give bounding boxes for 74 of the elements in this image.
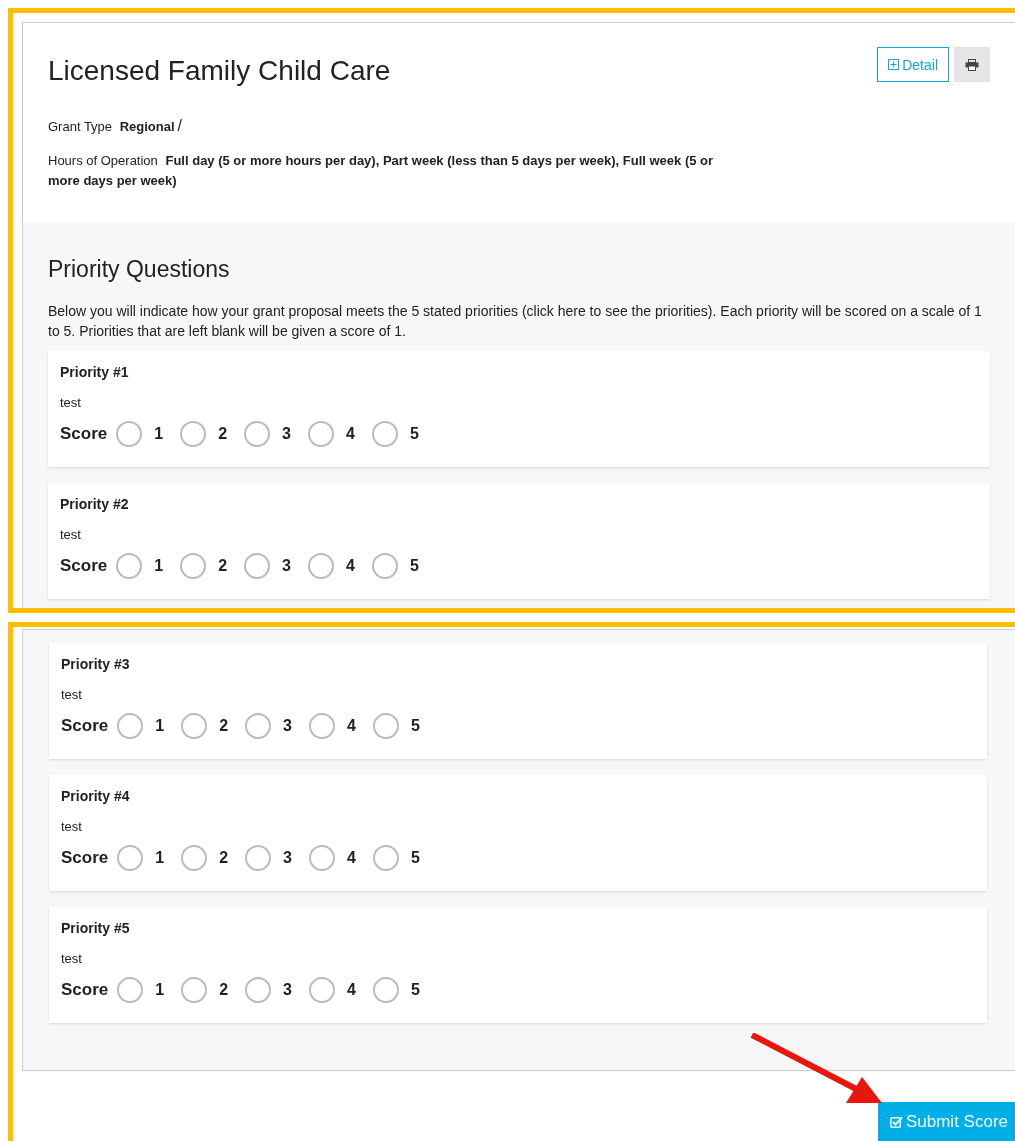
score-label: Score	[61, 848, 109, 868]
priority-text: test	[60, 527, 81, 543]
priority-text: test	[61, 951, 82, 967]
radio-label[interactable]: 3	[283, 717, 292, 735]
field-text: Grant Type Regional /	[48, 116, 184, 136]
radio-button[interactable]	[371, 421, 398, 447]
priority-title: Priority #1	[60, 364, 129, 382]
radio-label[interactable]: 4	[346, 849, 356, 867]
radio-label[interactable]: 4	[345, 557, 355, 575]
radio-button[interactable]	[181, 845, 208, 871]
radio-label[interactable]: 1	[155, 981, 165, 999]
score-label: Score	[61, 716, 109, 736]
priority-title: Priority #4	[61, 788, 130, 806]
radio-button[interactable]	[116, 421, 143, 447]
field-text: Hours of Operation Full day (5 or more hours per day), Part week (less than 5 days per week), Full week (5 or more days per week)	[48, 152, 715, 190]
radio-button[interactable]	[117, 977, 144, 1003]
radio-button[interactable]	[371, 553, 398, 579]
radio-button[interactable]	[308, 977, 335, 1003]
radio-button[interactable]	[372, 845, 399, 871]
radio-label[interactable]: 5	[409, 425, 419, 443]
radio-label[interactable]: 1	[154, 425, 164, 443]
radio-button[interactable]	[308, 713, 335, 739]
radio-button[interactable]	[245, 977, 272, 1003]
radio-label[interactable]: 2	[218, 557, 228, 575]
priority-title: Priority #5	[61, 920, 130, 938]
radio-label[interactable]: 5	[410, 981, 420, 999]
priority-text: test	[61, 687, 82, 703]
radio-button[interactable]	[181, 977, 208, 1003]
priority-text: test	[60, 395, 81, 411]
radio-button[interactable]	[180, 553, 207, 579]
print-button[interactable]	[954, 47, 990, 82]
radio-label[interactable]: 3	[282, 557, 291, 575]
radio-label[interactable]: 1	[155, 717, 165, 735]
radio-label[interactable]: 4	[346, 717, 356, 735]
radio-button[interactable]	[117, 713, 144, 739]
radio-button[interactable]	[180, 421, 207, 447]
radio-label[interactable]: 2	[219, 849, 229, 867]
radio-label[interactable]: 2	[219, 981, 229, 999]
radio-label[interactable]: 1	[155, 849, 165, 867]
priority-title: Priority #2	[60, 496, 129, 514]
score-label: Score	[60, 556, 108, 576]
radio-button[interactable]	[245, 845, 272, 871]
priority-text: test	[61, 819, 82, 835]
priority-title: Priority #3	[61, 656, 130, 674]
radio-label[interactable]: 2	[219, 717, 229, 735]
radio-button[interactable]	[116, 553, 143, 579]
radio-label[interactable]: 5	[410, 849, 420, 867]
score-label: Score	[61, 980, 109, 1000]
radio-label[interactable]: 4	[345, 425, 355, 443]
section-description: Below you will indicate how your grant proposal meets the 5 stated priorities (click here to see the priorities). Each priority will be scored on a scale of 1 to 5. Priorities that are left blank will be given a score of 1.	[48, 302, 983, 341]
plus-box-icon	[888, 59, 900, 70]
radio-label[interactable]: 4	[346, 981, 356, 999]
radio-label[interactable]: 5	[410, 717, 420, 735]
radio-button[interactable]	[181, 713, 208, 739]
radio-label[interactable]: 2	[218, 425, 228, 443]
radio-button[interactable]	[244, 421, 271, 447]
radio-label[interactable]: 1	[154, 557, 164, 575]
checkbox-icon	[889, 1116, 903, 1128]
score-label: Score	[60, 424, 108, 444]
radio-button[interactable]	[372, 713, 399, 739]
radio-button[interactable]	[244, 553, 271, 579]
print-icon	[965, 58, 979, 71]
radio-button[interactable]	[245, 713, 272, 739]
page-title: Licensed Family Child Care	[48, 55, 391, 87]
radio-button[interactable]	[372, 977, 399, 1003]
radio-label[interactable]: 3	[283, 981, 292, 999]
radio-button[interactable]	[307, 421, 334, 447]
section-title: Priority Questions	[48, 256, 231, 283]
radio-button[interactable]	[117, 845, 144, 871]
radio-button[interactable]	[308, 845, 335, 871]
radio-button[interactable]	[307, 553, 334, 579]
radio-label[interactable]: 3	[283, 849, 292, 867]
radio-label[interactable]: 3	[282, 425, 291, 443]
radio-label[interactable]: 5	[409, 557, 419, 575]
